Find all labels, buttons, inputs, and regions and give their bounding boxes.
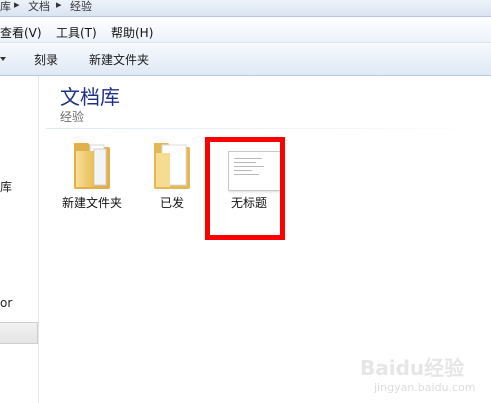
folder-icon <box>74 143 110 189</box>
library-title: 文档库 <box>60 85 120 109</box>
watermark-text: Baidu经验 <box>360 356 465 380</box>
file-name: 已发 <box>159 196 184 210</box>
file-name: 新建文件夹 <box>61 196 122 210</box>
file-item-yifa[interactable]: 已发 <box>136 139 208 210</box>
burn-button[interactable]: 刻录 <box>34 51 58 68</box>
breadcrumb-separator: ▸ <box>14 0 20 11</box>
menu-view[interactable]: 查看(V) <box>0 24 42 41</box>
new-folder-button[interactable]: 新建文件夹 <box>89 51 149 68</box>
menu-tools[interactable]: 工具(T) <box>56 24 97 41</box>
breadcrumb-experience[interactable]: 经验 <box>70 0 92 14</box>
highlight-box <box>205 137 285 240</box>
breadcrumb-libraries[interactable]: 库 <box>0 0 11 14</box>
menu-help[interactable]: 帮助(H) <box>111 24 153 41</box>
menu-bar: 查看(V) 工具(T) 帮助(H) <box>0 21 491 43</box>
folder-icon <box>154 143 190 189</box>
nav-item-libraries-fragment[interactable]: 库 <box>0 178 12 195</box>
file-item-new-folder[interactable]: 新建文件夹 <box>56 139 128 210</box>
watermark: Baidu经验 jingyan.baidu.com <box>360 352 476 394</box>
library-subtitle[interactable]: 经验 <box>60 108 84 125</box>
address-bar[interactable]: 库 ▸ 文档 ▸ 经验 <box>0 0 491 17</box>
breadcrumb-separator: ▸ <box>56 0 62 11</box>
navigation-pane: 库 or <box>0 76 39 403</box>
command-toolbar: 刻录 新建文件夹 <box>0 43 491 76</box>
nav-item-selected[interactable] <box>0 322 38 344</box>
header-divider <box>46 128 491 129</box>
nav-item-fragment[interactable]: or <box>0 296 12 310</box>
watermark-sub: jingyan.baidu.com <box>374 381 476 394</box>
breadcrumb-documents[interactable]: 文档 <box>28 0 50 14</box>
dropdown-arrow-icon[interactable] <box>0 57 6 61</box>
